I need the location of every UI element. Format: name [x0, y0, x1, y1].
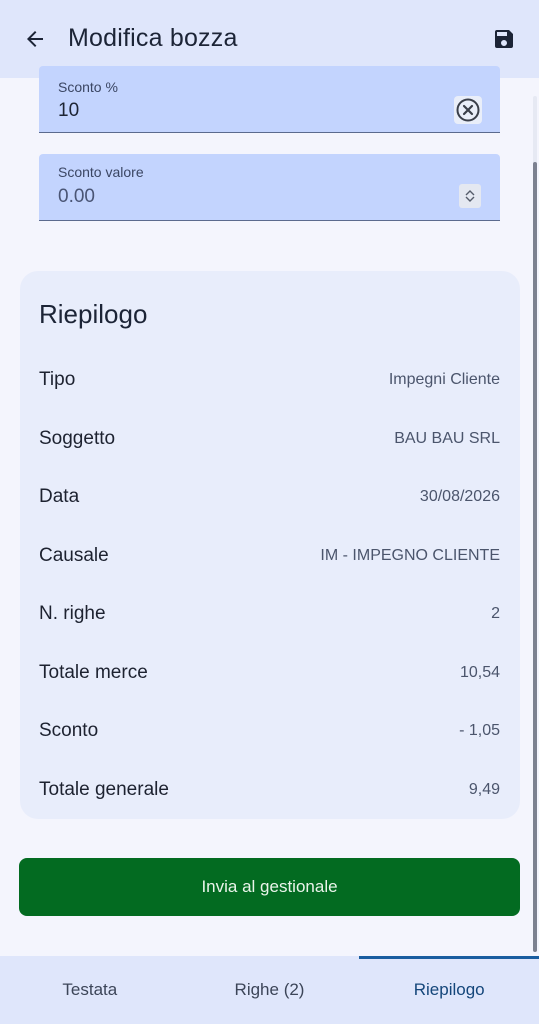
- discount-percent-field[interactable]: Sconto %: [39, 66, 500, 133]
- tab-testata[interactable]: Testata: [0, 956, 180, 1024]
- row-value: 9,49: [468, 781, 500, 798]
- summary-row-soggetto: Soggetto BAU BAU SRL: [39, 428, 500, 458]
- summary-title: Riepilogo: [39, 299, 148, 329]
- row-value: BAU BAU SRL: [394, 430, 500, 447]
- chevron-down-icon: [465, 196, 475, 202]
- row-label: Data: [39, 486, 80, 507]
- clear-button[interactable]: [454, 96, 482, 124]
- row-value: 10,54: [459, 664, 500, 681]
- number-stepper[interactable]: [459, 184, 481, 208]
- row-value: - 1,05: [459, 722, 500, 739]
- back-button[interactable]: [18, 22, 52, 56]
- discount-percent-input[interactable]: [58, 100, 438, 122]
- discount-value-field[interactable]: Sconto valore: [39, 154, 500, 221]
- row-label: Totale generale: [39, 779, 169, 800]
- summary-row-causale: Causale IM - IMPEGNO CLIENTE: [39, 545, 500, 575]
- row-label: Sconto: [39, 720, 99, 741]
- scrollbar-thumb[interactable]: [533, 162, 537, 952]
- bottom-tab-bar: Testata Righe (2) Riepilogo: [0, 956, 539, 1024]
- row-value: IM - IMPEGNO CLIENTE: [320, 547, 500, 564]
- row-label: Causale: [39, 545, 109, 566]
- summary-row-totale-merce: Totale merce 10,54: [39, 662, 500, 692]
- save-button[interactable]: [487, 22, 521, 56]
- arrow-left-icon: [27, 31, 43, 47]
- summary-row-tipo: Tipo Impegni Cliente: [39, 369, 500, 399]
- row-value: Impegni Cliente: [388, 371, 500, 388]
- summary-row-data: Data 30/08/2026: [39, 486, 500, 516]
- summary-row-sconto: Sconto - 1,05: [39, 720, 500, 750]
- discount-value-input[interactable]: [58, 186, 438, 208]
- row-label: Totale merce: [39, 662, 148, 683]
- send-to-erp-button[interactable]: Invia al gestionale: [19, 858, 520, 916]
- scrollbar[interactable]: [533, 96, 537, 952]
- row-label: Soggetto: [39, 428, 116, 449]
- summary-card: Riepilogo Tipo Impegni Cliente Soggetto …: [20, 271, 520, 819]
- discount-value-label: Sconto valore: [58, 164, 144, 180]
- chevron-up-icon: [465, 190, 475, 196]
- page-title: Modifica bozza: [68, 24, 238, 52]
- row-value: 2: [491, 605, 500, 622]
- row-label: N. righe: [39, 603, 106, 624]
- tab-riepilogo[interactable]: Riepilogo: [359, 956, 539, 1024]
- tab-righe[interactable]: Righe (2): [180, 956, 360, 1024]
- summary-row-totale-generale: Totale generale 9,49: [39, 779, 500, 809]
- summary-row-n-righe: N. righe 2: [39, 603, 500, 633]
- discount-percent-label: Sconto %: [58, 79, 118, 95]
- row-label: Tipo: [39, 369, 76, 390]
- row-value: 30/08/2026: [419, 488, 500, 505]
- floppy-disk-icon: [495, 30, 513, 48]
- clear-circle-icon: [456, 98, 480, 122]
